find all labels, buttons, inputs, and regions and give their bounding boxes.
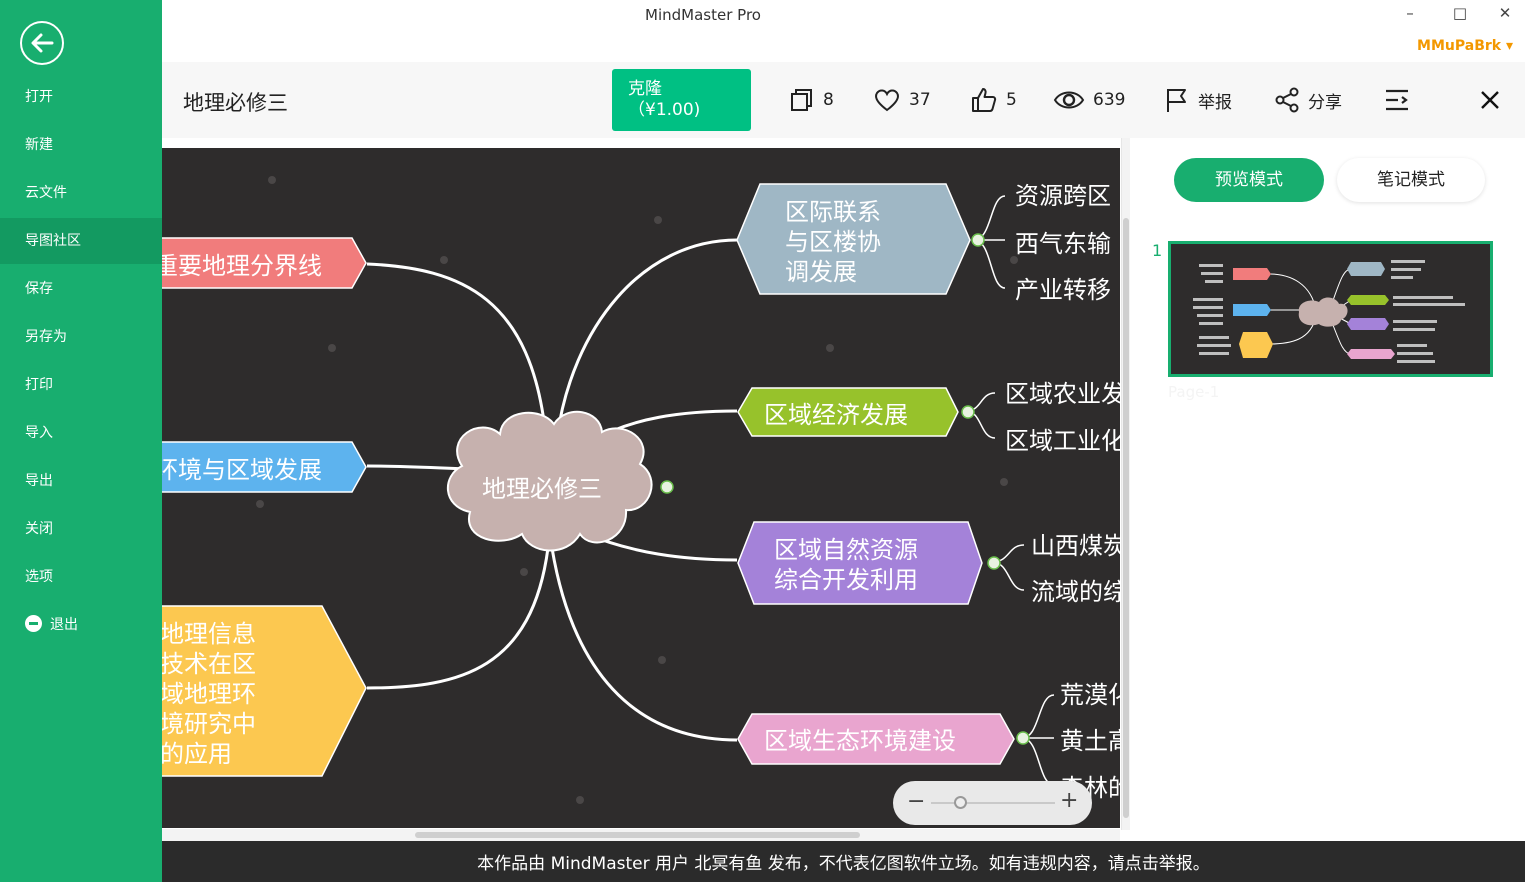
sidebar-item-cloud-files[interactable]: 云文件: [0, 170, 162, 216]
window-close-button[interactable]: ✕: [1495, 4, 1515, 22]
heart-icon: [875, 89, 899, 112]
topic-collapse-toggle[interactable]: [961, 405, 975, 419]
clone-label: 克隆: [628, 79, 662, 99]
thumbs-up-icon: [972, 88, 997, 112]
zoom-control: − +: [893, 781, 1092, 825]
thumbnail-preview-image: [1193, 260, 1465, 363]
subtopic[interactable]: 产业转移: [1015, 276, 1111, 304]
close-viewer-button[interactable]: [1479, 84, 1509, 116]
sidebar-item-options[interactable]: 选项: [0, 554, 162, 600]
likes-stat[interactable]: 5: [970, 84, 1017, 116]
subtopic[interactable]: 山西煤炭: [1031, 532, 1120, 560]
central-topic-text: 地理必修三: [482, 475, 602, 503]
views-stat: 639: [1053, 84, 1125, 116]
report-button[interactable]: 举报: [1164, 84, 1232, 116]
sidebar-item-save-as[interactable]: 另存为: [0, 314, 162, 360]
copies-stat[interactable]: 8: [789, 84, 834, 116]
app-title: MindMaster Pro: [645, 6, 761, 24]
subtopic[interactable]: 西气东输: [1015, 230, 1111, 258]
topic-collapse-toggle[interactable]: [971, 233, 985, 247]
subtopic[interactable]: 黄土高: [1060, 727, 1120, 755]
share-button[interactable]: 分享: [1274, 84, 1342, 116]
topic-collapse-toggle[interactable]: [1016, 731, 1030, 745]
subtopic[interactable]: 资源跨区: [1015, 182, 1111, 210]
vertical-scrollbar[interactable]: [1121, 138, 1130, 830]
left-topic-gis[interactable]: 地理信息 技术在区 域地理环 境研究中 的应用: [162, 605, 367, 777]
clone-button[interactable]: 克隆 （¥1.00): [612, 69, 751, 131]
menu-lines-icon: [1386, 89, 1408, 111]
views-count: 639: [1093, 90, 1126, 110]
topic-collapse-toggle[interactable]: [987, 556, 1001, 570]
horizontal-scroll-thumb[interactable]: [415, 832, 860, 838]
zoom-out-button[interactable]: −: [907, 791, 925, 813]
page-thumbnail[interactable]: [1168, 241, 1493, 377]
zoom-slider-track[interactable]: [931, 802, 1055, 804]
right-topic-ecology[interactable]: 区域生态环境建设: [737, 713, 1015, 765]
zoom-slider-handle[interactable]: [954, 796, 967, 809]
tab-notes-mode[interactable]: 笔记模式: [1337, 158, 1485, 202]
sidebar-item-print[interactable]: 打印: [0, 362, 162, 408]
title-bar: MindMaster Pro – □ ✕ MMuPaBrk ▾: [162, 0, 1525, 62]
right-topic-text: 区域经济发展: [764, 401, 908, 429]
central-topic[interactable]: 地理必修三: [446, 410, 653, 552]
central-collapse-toggle[interactable]: [660, 480, 674, 494]
flag-icon: [1167, 89, 1186, 112]
eye-icon: [1053, 91, 1085, 109]
share-label: 分享: [1308, 92, 1342, 113]
horizontal-scrollbar[interactable]: [162, 829, 1120, 841]
share-icon: [1275, 87, 1299, 113]
favorites-stat[interactable]: 37: [873, 84, 931, 116]
user-menu[interactable]: MMuPaBrk ▾: [1417, 38, 1513, 54]
sidebar-item-export[interactable]: 导出: [0, 458, 162, 504]
left-topic-text: 环境与区域发展: [162, 456, 322, 484]
page-label: Page-1: [1168, 383, 1220, 401]
right-topic-interregional[interactable]: 区际联系 与区楼协 调发展: [736, 183, 971, 295]
publisher-notice[interactable]: 本作品由 MindMaster 用户 北冥有鱼 发布，不代表亿图软件立场。如有违…: [162, 841, 1525, 882]
minimize-button[interactable]: –: [1400, 4, 1420, 22]
left-topic-text: 重要地理分界线: [162, 252, 322, 280]
close-icon: [1481, 91, 1499, 109]
right-topic-resources[interactable]: 区域自然资源 综合开发利用: [737, 521, 983, 605]
sidebar-item-close[interactable]: 关闭: [0, 506, 162, 552]
report-label: 举报: [1198, 92, 1232, 113]
outline-toggle[interactable]: [1384, 84, 1418, 116]
subtopic[interactable]: 区域工业化: [1005, 427, 1120, 455]
maximize-button[interactable]: □: [1450, 4, 1470, 22]
document-toolbar: 地理必修三 克隆 （¥1.00) 8 37 5 639 举报 分享: [162, 62, 1525, 138]
subtopic[interactable]: 荒漠化: [1060, 681, 1120, 709]
preview-panel: 预览模式 笔记模式 1 Page-1: [1130, 138, 1525, 841]
sidebar-item-open[interactable]: 打开: [0, 74, 162, 120]
mindmap-diagram: 地理必修三 重要地理分界线 环境与区域发展 地理信息 技术在区 域地理环 境研究…: [162, 176, 1120, 804]
back-arrow-icon[interactable]: [20, 21, 64, 65]
sidebar-item-new[interactable]: 新建: [0, 122, 162, 168]
sidebar-item-save[interactable]: 保存: [0, 266, 162, 312]
subtopic[interactable]: 流域的综: [1031, 578, 1120, 606]
document-title: 地理必修三: [183, 91, 288, 115]
sidebar-item-exit[interactable]: 退出: [0, 602, 162, 648]
right-topic-economy[interactable]: 区域经济发展: [737, 387, 959, 437]
clone-price: （¥1.00): [628, 100, 701, 120]
sidebar-item-import[interactable]: 导入: [0, 410, 162, 456]
left-topic-boundary-lines[interactable]: 重要地理分界线: [162, 237, 367, 289]
zoom-in-button[interactable]: +: [1060, 790, 1078, 812]
exit-icon: [25, 615, 42, 632]
sidebar-item-community[interactable]: 导图社区: [0, 218, 162, 264]
likes-count: 5: [1006, 90, 1017, 110]
tab-preview-mode[interactable]: 预览模式: [1174, 158, 1324, 202]
subtopics: 资源跨区 西气东输 产业转移 区域农业发 区域工业化 山西煤炭 流域的综 荒漠化…: [1005, 182, 1120, 802]
right-topic-text: 区域生态环境建设: [764, 727, 956, 755]
left-topic-environment[interactable]: 环境与区域发展: [162, 441, 367, 493]
vertical-scroll-thumb[interactable]: [1123, 218, 1129, 818]
favorites-count: 37: [909, 90, 931, 110]
copy-icon: [791, 89, 812, 111]
page-number: 1: [1152, 241, 1163, 260]
file-sidebar: 打开 新建 云文件 导图社区 保存 另存为 打印 导入 导出 关闭 选项 退出: [0, 0, 162, 882]
mindmap-canvas[interactable]: 地理必修三 重要地理分界线 环境与区域发展 地理信息 技术在区 域地理环 境研究…: [162, 148, 1120, 828]
subtopic[interactable]: 区域农业发: [1005, 380, 1120, 408]
copies-count: 8: [823, 90, 834, 110]
exit-label: 退出: [50, 617, 78, 633]
